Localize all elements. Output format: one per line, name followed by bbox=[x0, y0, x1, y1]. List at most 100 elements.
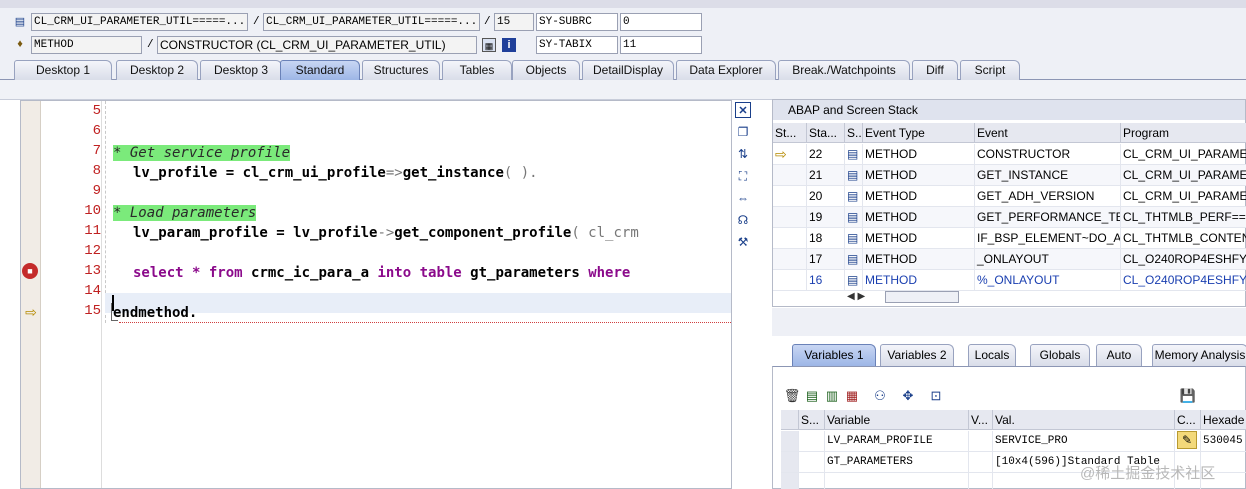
stack-row-icon[interactable]: ▤ bbox=[845, 144, 863, 165]
stack-row-event[interactable]: GET_INSTANCE bbox=[975, 165, 1121, 186]
variable-column-header[interactable]: S... bbox=[799, 410, 825, 430]
change-cell[interactable]: ✎ bbox=[1175, 431, 1201, 452]
tab-detaildisplay[interactable]: DetailDisplay bbox=[582, 60, 674, 80]
variable-status[interactable] bbox=[799, 473, 825, 489]
sy-tabix-label[interactable]: SY-TABIX bbox=[536, 36, 618, 54]
stack-row-program[interactable]: CL_CRM_UI_PARAMETE bbox=[1121, 165, 1246, 186]
edit-pencil-icon[interactable]: ✎ bbox=[1177, 431, 1197, 449]
stack-row-level[interactable]: 20 bbox=[807, 186, 845, 207]
tab-diff[interactable]: Diff bbox=[912, 60, 958, 80]
stack-row-status[interactable] bbox=[773, 249, 807, 270]
var-tab-variables-2[interactable]: Variables 2 bbox=[880, 344, 954, 366]
stack-row-level[interactable]: 18 bbox=[807, 228, 845, 249]
variable-flag[interactable] bbox=[969, 452, 993, 473]
stack-row-status[interactable] bbox=[773, 228, 807, 249]
stack-row-status[interactable] bbox=[773, 207, 807, 228]
stack-row-type[interactable]: METHOD bbox=[863, 165, 975, 186]
stack-row-level[interactable]: 22 bbox=[807, 144, 845, 165]
move-icon[interactable]: ✥ bbox=[899, 387, 917, 405]
save-icon[interactable]: 💾 bbox=[1179, 387, 1197, 405]
class-field[interactable]: CL_CRM_UI_PARAMETER_UTIL=====... bbox=[31, 13, 248, 31]
variable-column-header[interactable]: Hexade bbox=[1201, 410, 1246, 430]
stack-row-icon[interactable]: ▤ bbox=[845, 228, 863, 249]
stack-row-event[interactable]: CONSTRUCTOR bbox=[975, 144, 1121, 165]
tab-desktop-2[interactable]: Desktop 2 bbox=[116, 60, 198, 80]
stack-column-header[interactable]: Event Type bbox=[863, 123, 975, 143]
breakpoint-icon[interactable]: ■ bbox=[22, 263, 38, 279]
line-field[interactable]: 15 bbox=[494, 13, 534, 31]
stack-column-header[interactable]: St... bbox=[773, 123, 807, 143]
variable-flag[interactable] bbox=[969, 473, 993, 489]
stack-row-icon[interactable]: ▤ bbox=[845, 270, 863, 291]
tab-script[interactable]: Script bbox=[960, 60, 1020, 80]
stack-row-level[interactable]: 21 bbox=[807, 165, 845, 186]
row-selector[interactable] bbox=[781, 473, 799, 489]
stack-row-type[interactable]: METHOD bbox=[863, 144, 975, 165]
stack-row-event[interactable]: %_ONLAYOUT bbox=[975, 270, 1121, 291]
tab-objects[interactable]: Objects bbox=[512, 60, 580, 80]
stack-row-type[interactable]: METHOD bbox=[863, 270, 975, 291]
stack-column-header[interactable]: Event bbox=[975, 123, 1121, 143]
list-save-icon[interactable]: ▦ bbox=[843, 387, 861, 405]
stack-row-level[interactable]: 19 bbox=[807, 207, 845, 228]
stack-row-event[interactable]: GET_PERFORMANCE_TE... bbox=[975, 207, 1121, 228]
stack-row-program[interactable]: CL_CRM_UI_PARAMETE bbox=[1121, 144, 1246, 165]
var-tab-auto[interactable]: Auto bbox=[1096, 344, 1142, 366]
list-edit-icon[interactable]: ▥ bbox=[823, 387, 841, 405]
horizontal-scrollbar[interactable] bbox=[885, 291, 959, 303]
tab-desktop-3[interactable]: Desktop 3 bbox=[200, 60, 282, 80]
row-selector[interactable] bbox=[781, 431, 799, 452]
variable-status[interactable] bbox=[799, 431, 825, 452]
scroll-arrows[interactable]: ◀ ▶ bbox=[847, 290, 887, 304]
resize-horizontal-icon[interactable]: ⇔ bbox=[735, 190, 751, 206]
stack-row-type[interactable]: METHOD bbox=[863, 249, 975, 270]
stack-row-status[interactable]: ⇨ bbox=[773, 144, 807, 165]
tab-structures[interactable]: Structures bbox=[362, 60, 440, 80]
variable-name[interactable]: GT_PARAMETERS bbox=[825, 452, 969, 473]
stack-row-status[interactable] bbox=[773, 186, 807, 207]
variable-status[interactable] bbox=[799, 452, 825, 473]
method-field[interactable]: CONSTRUCTOR (CL_CRM_UI_PARAMETER_UTIL) bbox=[157, 36, 477, 54]
stack-row-level[interactable]: 17 bbox=[807, 249, 845, 270]
stack-row-status[interactable] bbox=[773, 270, 807, 291]
stack-row-program[interactable]: CL_THTMLB_CONTENT bbox=[1121, 228, 1246, 249]
stack-row-icon[interactable]: ▤ bbox=[845, 186, 863, 207]
stack-row-status[interactable] bbox=[773, 165, 807, 186]
variable-column-header[interactable]: C... bbox=[1175, 410, 1201, 430]
variable-column-header[interactable]: V... bbox=[969, 410, 993, 430]
tab-standard[interactable]: Standard bbox=[280, 60, 360, 80]
stack-row-program[interactable]: CL_THTMLB_PERF==== bbox=[1121, 207, 1246, 228]
stack-column-header[interactable]: Program bbox=[1121, 123, 1246, 143]
breakpoint-gutter[interactable] bbox=[21, 101, 41, 488]
stack-column-header[interactable]: S... bbox=[845, 123, 863, 143]
delete-icon[interactable]: 🗑 bbox=[783, 387, 801, 405]
variable-column-header[interactable] bbox=[781, 410, 799, 430]
sy-subrc-value[interactable]: 0 bbox=[620, 13, 702, 31]
sy-subrc-label[interactable]: SY-SUBRC bbox=[536, 13, 618, 31]
swap-icon[interactable]: ⇅ bbox=[735, 146, 751, 162]
stack-row-event[interactable]: GET_ADH_VERSION bbox=[975, 186, 1121, 207]
hierarchy-icon[interactable]: ⚇ bbox=[871, 387, 889, 405]
include-field[interactable]: CL_CRM_UI_PARAMETER_UTIL=====... bbox=[263, 13, 480, 31]
variable-value[interactable]: SERVICE_PRO bbox=[993, 431, 1175, 452]
variable-hex[interactable]: 530045 bbox=[1201, 431, 1246, 452]
sy-tabix-value[interactable]: 11 bbox=[620, 36, 702, 54]
stack-row-icon[interactable]: ▤ bbox=[845, 249, 863, 270]
new-window-icon[interactable]: ❐ bbox=[735, 124, 751, 140]
tab-tables[interactable]: Tables bbox=[442, 60, 512, 80]
var-tab-variables-1[interactable]: Variables 1 bbox=[792, 344, 876, 366]
close-icon[interactable]: ✕ bbox=[735, 102, 751, 118]
event-type-field[interactable]: METHOD bbox=[31, 36, 142, 54]
variable-name[interactable]: LV_PARAM_PROFILE bbox=[825, 431, 969, 452]
stack-row-type[interactable]: METHOD bbox=[863, 228, 975, 249]
tools-icon[interactable]: ⚒ bbox=[735, 234, 751, 250]
stack-row-program[interactable]: CL_O240ROP4ESHFY5Y bbox=[1121, 270, 1246, 291]
stack-row-icon[interactable]: ▤ bbox=[845, 207, 863, 228]
display-icon[interactable]: ▦ bbox=[482, 38, 496, 52]
var-tab-memory-analysis[interactable]: Memory Analysis bbox=[1152, 344, 1246, 366]
stack-row-event[interactable]: _ONLAYOUT bbox=[975, 249, 1121, 270]
source-editor[interactable]: 5 6 7 8 9 10 11 12 13 14 15 ■ ⇨ * Get service prof… bbox=[20, 100, 732, 489]
maximize-icon[interactable]: ⛶ bbox=[735, 168, 751, 184]
variable-name[interactable] bbox=[825, 473, 969, 489]
variable-flag[interactable] bbox=[969, 431, 993, 452]
